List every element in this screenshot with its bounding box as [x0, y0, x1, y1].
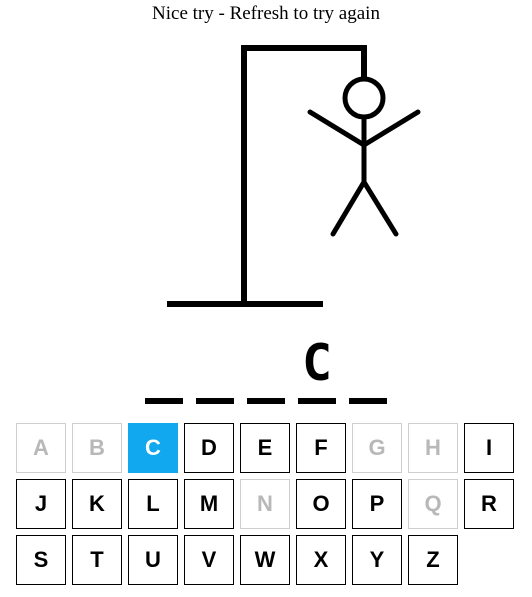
- slot-dash: [298, 398, 336, 404]
- key-l[interactable]: L: [128, 479, 178, 529]
- letter-slot: [349, 330, 387, 404]
- figure-right-leg: [361, 179, 399, 237]
- key-e[interactable]: E: [240, 423, 290, 473]
- key-y[interactable]: Y: [352, 535, 402, 585]
- slot-letter: [349, 330, 387, 396]
- key-u[interactable]: U: [128, 535, 178, 585]
- key-o[interactable]: O: [296, 479, 346, 529]
- key-m[interactable]: M: [184, 479, 234, 529]
- key-h[interactable]: H: [408, 423, 458, 473]
- key-a[interactable]: A: [16, 423, 66, 473]
- slot-dash: [145, 398, 183, 404]
- slot-letter: [196, 330, 234, 396]
- letter-slot: [247, 330, 285, 404]
- key-q[interactable]: Q: [408, 479, 458, 529]
- figure-head: [342, 76, 386, 120]
- slot-letter: [247, 330, 285, 396]
- word-slots: C: [145, 330, 400, 410]
- key-p[interactable]: P: [352, 479, 402, 529]
- key-w[interactable]: W: [240, 535, 290, 585]
- key-i[interactable]: I: [464, 423, 514, 473]
- key-c[interactable]: C: [128, 423, 178, 473]
- key-r[interactable]: R: [464, 479, 514, 529]
- figure-left-leg: [330, 179, 367, 237]
- slot-dash: [247, 398, 285, 404]
- key-g[interactable]: G: [352, 423, 402, 473]
- key-f[interactable]: F: [296, 423, 346, 473]
- key-d[interactable]: D: [184, 423, 234, 473]
- key-t[interactable]: T: [72, 535, 122, 585]
- key-b[interactable]: B: [72, 423, 122, 473]
- key-z[interactable]: Z: [408, 535, 458, 585]
- key-x[interactable]: X: [296, 535, 346, 585]
- letter-slot: [196, 330, 234, 404]
- key-v[interactable]: V: [184, 535, 234, 585]
- slot-letter: [145, 330, 183, 396]
- key-j[interactable]: J: [16, 479, 66, 529]
- slot-dash: [196, 398, 234, 404]
- slot-letter: C: [301, 334, 333, 392]
- key-k[interactable]: K: [72, 479, 122, 529]
- key-n[interactable]: N: [240, 479, 290, 529]
- key-s[interactable]: S: [16, 535, 66, 585]
- letter-slot: [145, 330, 183, 404]
- letter-slot: C: [298, 330, 336, 404]
- slot-dash: [349, 398, 387, 404]
